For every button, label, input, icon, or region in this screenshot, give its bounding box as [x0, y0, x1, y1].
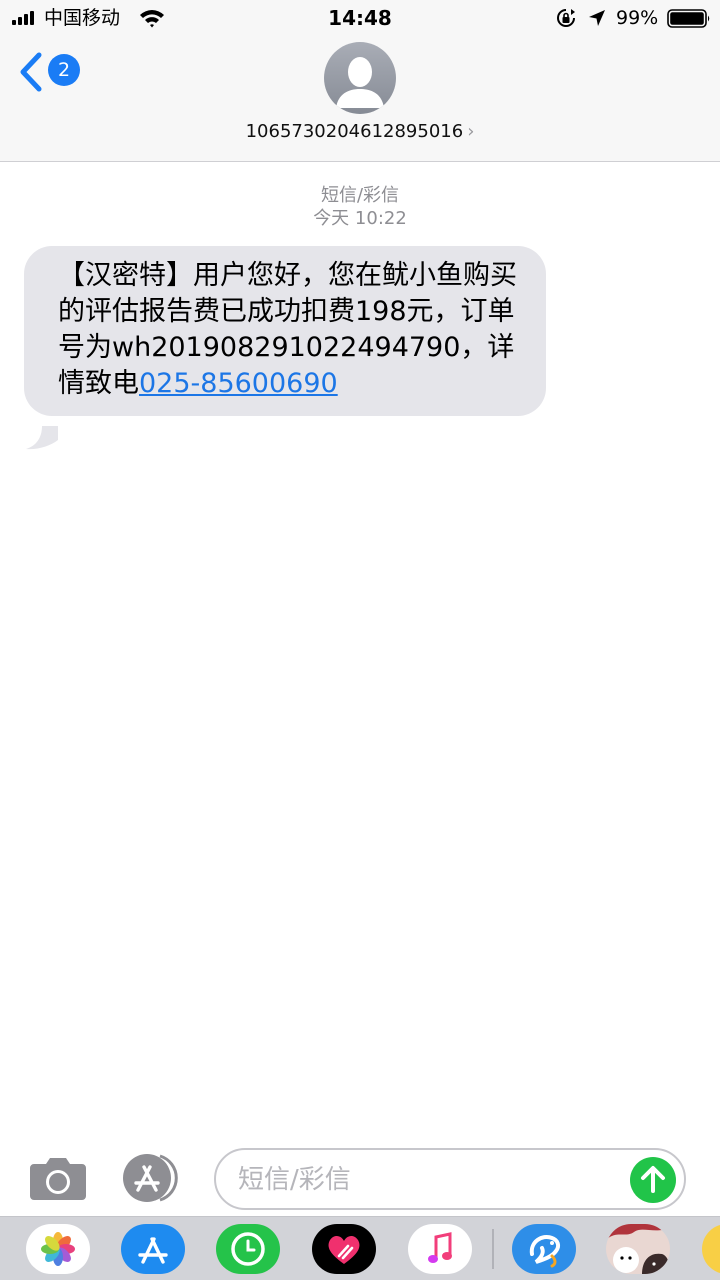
digital-touch-icon[interactable]: [312, 1224, 376, 1274]
thread-meta: 短信/彩信 今天 10:22: [0, 184, 720, 230]
battery-icon: [667, 9, 710, 28]
activity-app-icon[interactable]: [216, 1224, 280, 1274]
camera-icon[interactable]: [28, 1156, 88, 1202]
arrow-up-icon: [641, 1166, 665, 1193]
photos-app-icon[interactable]: [26, 1224, 90, 1274]
app-store-drawer-icon[interactable]: [120, 1153, 186, 1203]
back-button[interactable]: 2: [18, 50, 84, 94]
status-bar: 中国移动 14:48 99%: [0, 0, 720, 36]
app-store-icon[interactable]: [121, 1224, 185, 1274]
partial-app-icon[interactable]: [702, 1224, 720, 1274]
contact-avatar[interactable]: [324, 42, 396, 114]
unread-count-badge: 2: [48, 54, 80, 86]
location-arrow-icon: [589, 10, 605, 26]
incoming-message: 【汉密特】用户您好，您在鱿小鱼购买的评估报告费已成功扣费198元，订单号为wh2…: [24, 246, 546, 450]
phone-number-link[interactable]: 025-85600690: [139, 368, 338, 399]
send-button[interactable]: [630, 1157, 676, 1203]
conversation-header: 2 1065730204612895016 ›: [0, 36, 720, 162]
message-input[interactable]: 短信/彩信: [214, 1148, 686, 1210]
status-time: 14:48: [328, 6, 392, 30]
dolphin-app-icon[interactable]: [512, 1224, 576, 1274]
drawer-divider: [492, 1229, 494, 1269]
compose-bar: 短信/彩信: [0, 1140, 720, 1216]
sticker-app-icon[interactable]: [606, 1224, 670, 1274]
chevron-right-icon: ›: [467, 121, 475, 142]
bubble-tail: [26, 426, 58, 450]
messages-screen: 中国移动 14:48 99% 2 1065730204612895016 › 短…: [0, 0, 720, 1280]
message-timestamp: 今天 10:22: [313, 208, 407, 229]
imessage-app-drawer: [0, 1216, 720, 1280]
message-bubble[interactable]: 【汉密特】用户您好，您在鱿小鱼购买的评估报告费已成功扣费198元，订单号为wh2…: [24, 246, 546, 416]
person-silhouette-icon: [336, 57, 384, 108]
chevron-left-icon: [20, 52, 42, 92]
rotation-lock-icon: [557, 9, 575, 27]
battery-percent: 99%: [616, 7, 659, 29]
message-input-placeholder: 短信/彩信: [238, 1165, 351, 1195]
message-type-label: 短信/彩信: [320, 185, 400, 206]
contact-details-link[interactable]: 1065730204612895016 ›: [0, 120, 720, 144]
contact-number: 1065730204612895016: [245, 121, 464, 142]
music-app-icon[interactable]: [408, 1224, 472, 1274]
